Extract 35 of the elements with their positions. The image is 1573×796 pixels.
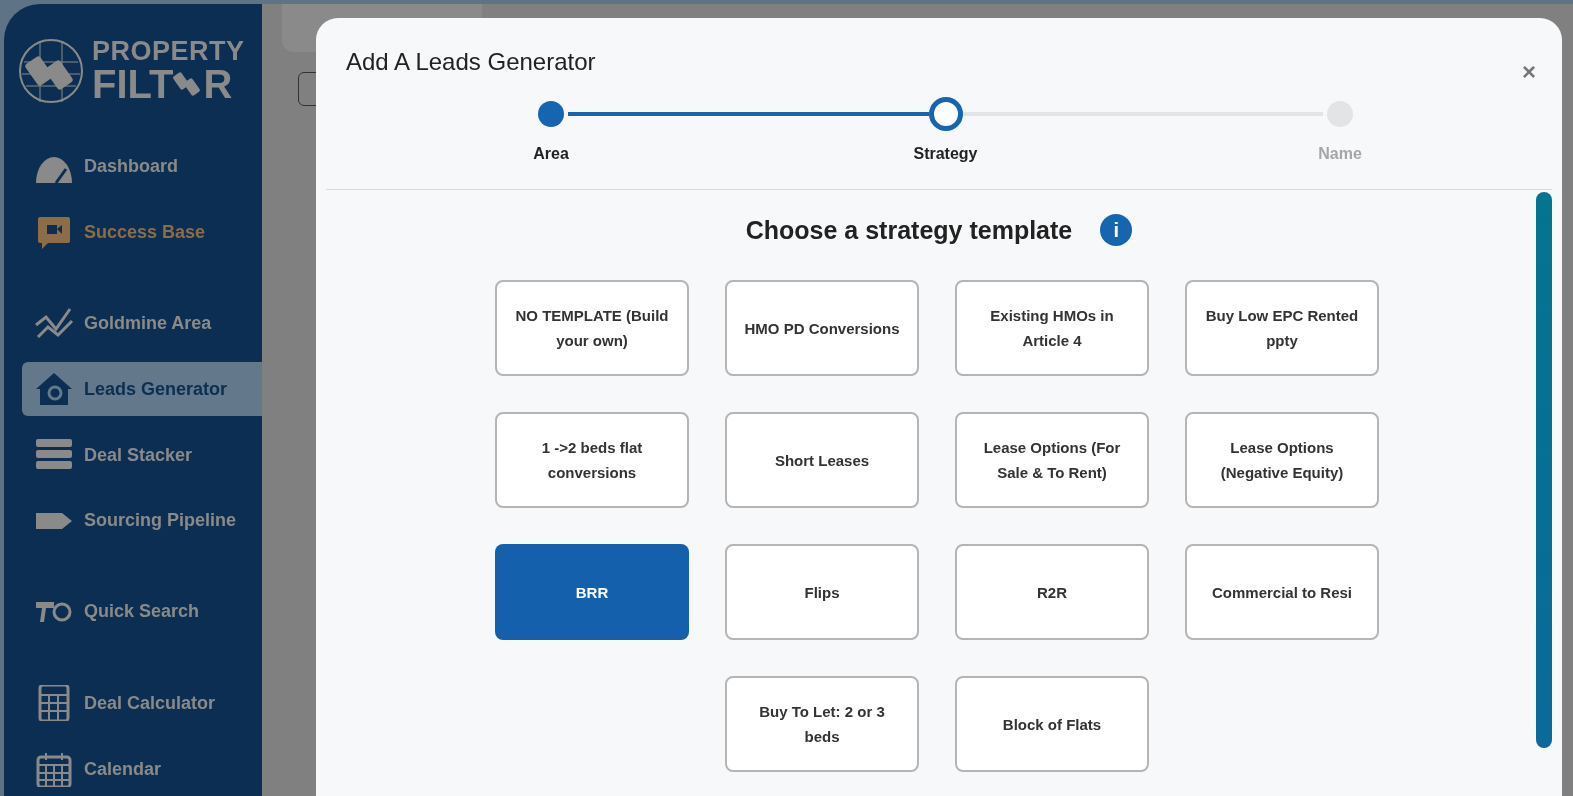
template-card[interactable]: Block of Flats xyxy=(955,676,1149,772)
template-card[interactable]: R2R xyxy=(955,544,1149,640)
modal-title: Add A Leads Generator xyxy=(346,48,596,77)
template-card[interactable]: Buy Low EPC Rented ppty xyxy=(1185,280,1379,376)
sidebar-item[interactable]: Goldmine Area xyxy=(22,296,262,351)
sidebar-item[interactable]: Dashboard xyxy=(22,140,262,194)
sidebar-item[interactable]: Quick Search xyxy=(22,584,262,639)
template-card[interactable]: Buy To Let: 2 or 3 beds xyxy=(725,676,919,772)
step-label: Name xyxy=(1318,145,1362,163)
sidebar-item[interactable]: Calendar xyxy=(22,742,262,796)
step-label: Area xyxy=(533,145,569,163)
template-card[interactable]: Flips xyxy=(725,544,919,640)
template-card[interactable]: Existing HMOs in Article 4 xyxy=(955,280,1149,376)
sidebar-item[interactable]: Deal Calculator xyxy=(22,676,262,731)
section-heading: Choose a strategy template xyxy=(745,215,1073,245)
template-card[interactable]: 1 ->2 beds flat conversions xyxy=(495,412,689,508)
step-label: Strategy xyxy=(913,145,978,163)
template-card[interactable]: Lease Options (Negative Equity) xyxy=(1185,412,1379,508)
close-button[interactable]: × xyxy=(1522,60,1536,84)
template-card[interactable]: Lease Options (For Sale & To Rent) xyxy=(955,412,1149,508)
sidebar-item[interactable]: Deal Stacker xyxy=(22,428,262,482)
calendar-icon xyxy=(34,751,74,788)
logo-text: R xyxy=(203,64,233,103)
template-card[interactable]: Commercial to Resi xyxy=(1185,544,1379,640)
logo-emblem-icon xyxy=(18,38,84,104)
logo-text: PROPERTY xyxy=(92,39,245,65)
logo-text: FILT xyxy=(92,64,174,103)
house-icon xyxy=(34,371,74,408)
info-icon[interactable]: i xyxy=(1100,214,1133,246)
template-card[interactable]: HMO PD Conversions xyxy=(725,280,919,376)
template-card[interactable]: NO TEMPLATE (Build your own) xyxy=(495,280,689,376)
scrollbar[interactable] xyxy=(1536,192,1552,748)
template-card[interactable]: Short Leases xyxy=(725,412,919,508)
sidebar-item[interactable]: Sourcing Pipeline xyxy=(22,493,262,548)
template-card[interactable]: BRR xyxy=(495,544,689,640)
